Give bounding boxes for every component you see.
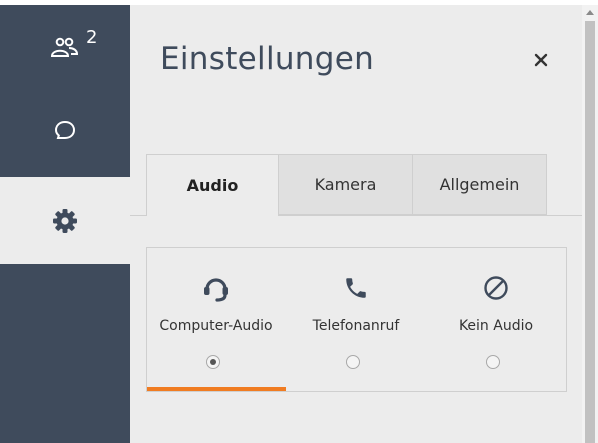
active-option-indicator: [147, 387, 286, 391]
option-computer-audio[interactable]: Computer-Audio: [147, 248, 286, 391]
headset-icon: [204, 278, 228, 302]
scrollbar[interactable]: [582, 5, 598, 443]
tab-camera[interactable]: Kamera: [279, 154, 413, 215]
sidebar-item-participants[interactable]: 2: [0, 5, 130, 89]
scroll-thumb[interactable]: [585, 21, 595, 443]
sidebar-item-chat[interactable]: [0, 89, 130, 173]
radio-no-audio[interactable]: [486, 355, 500, 369]
sidebar: 2: [0, 5, 130, 443]
option-phone-call[interactable]: Telefonanruf: [287, 248, 425, 391]
audio-options: Computer-Audio Telefonanruf Kein Audio: [146, 247, 567, 392]
gear-icon: [53, 208, 77, 233]
panel-title: Einstellungen: [160, 41, 375, 77]
close-button[interactable]: [528, 47, 554, 73]
tab-audio[interactable]: Audio: [146, 154, 279, 216]
settings-panel: Einstellungen Audio Kamera Allgemein Com…: [130, 5, 582, 443]
radio-phone-call[interactable]: [346, 355, 360, 369]
participant-count-badge: 2: [86, 27, 98, 48]
option-no-audio[interactable]: Kein Audio: [427, 248, 565, 391]
no-audio-icon: [484, 276, 508, 300]
radio-computer-audio[interactable]: [206, 355, 220, 369]
chat-bubble-icon: [54, 120, 76, 139]
option-label: Kein Audio: [458, 318, 534, 334]
participants-icon: [50, 37, 79, 57]
option-label: Telefonanruf: [312, 318, 400, 334]
sidebar-item-settings[interactable]: [0, 177, 130, 264]
arrow-up-icon: [586, 10, 594, 15]
phone-icon: [346, 278, 366, 298]
option-label: Computer-Audio: [159, 318, 273, 334]
tab-general[interactable]: Allgemein: [413, 154, 547, 215]
close-icon: [534, 53, 548, 67]
scroll-up-button[interactable]: [582, 5, 598, 19]
